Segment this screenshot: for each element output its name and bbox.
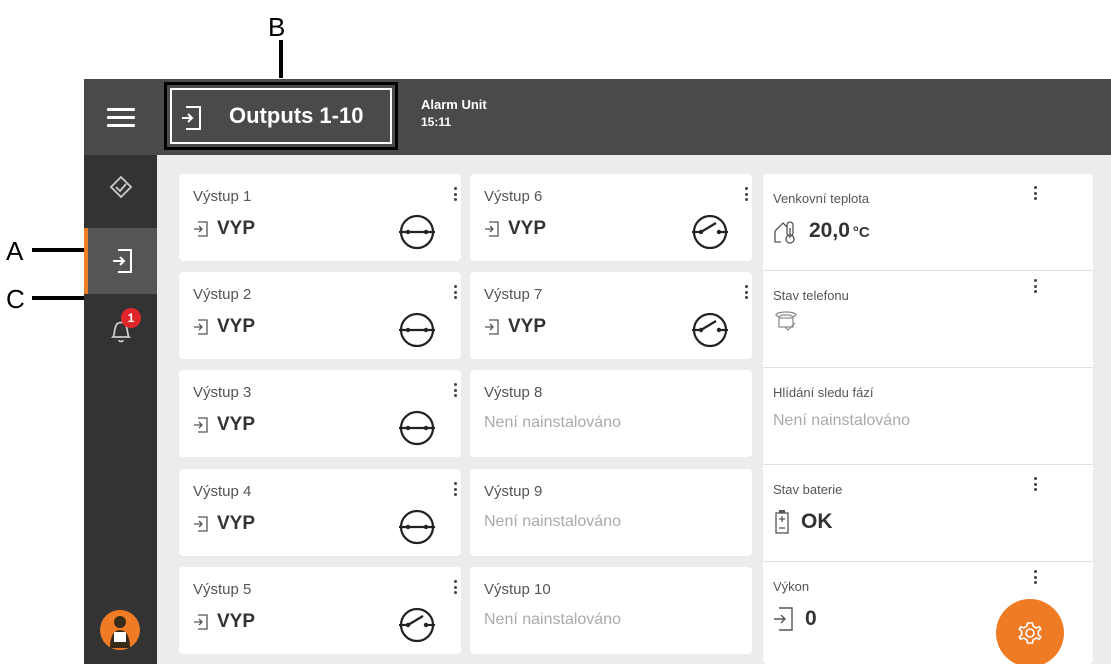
output-title: Výstup 10: [484, 581, 551, 598]
temperature-title: Venkovní teplota: [773, 191, 870, 206]
callout-a-label: A: [6, 236, 24, 266]
output-state: VYP: [508, 316, 547, 337]
output-card-9[interactable]: Výstup 9 Není nainstalováno: [470, 469, 752, 556]
output-card-10[interactable]: Výstup 10 Není nainstalováno: [470, 567, 752, 654]
phase-value: Není nainstalováno: [773, 412, 910, 429]
battery-section[interactable]: Stav baterie OK: [763, 465, 1093, 562]
output-card-3[interactable]: Výstup 3 VYP: [179, 370, 461, 457]
more-options-icon[interactable]: [453, 482, 457, 496]
battery-icon: [775, 510, 789, 534]
output-icon: [194, 319, 208, 335]
output-icon: [194, 417, 208, 433]
phase-title: Hlídání sledu fází: [773, 385, 874, 400]
output-icon: [182, 106, 201, 130]
switch-closed-icon[interactable]: [399, 410, 435, 446]
switch-closed-icon[interactable]: [399, 214, 435, 250]
switch-open-icon[interactable]: [692, 312, 728, 348]
more-options-icon[interactable]: [1033, 186, 1037, 200]
switch-closed-icon[interactable]: [399, 509, 435, 545]
output-state: VYP: [508, 218, 547, 239]
power-title: Výkon: [773, 579, 810, 594]
phone-title: Stav telefonu: [773, 288, 849, 303]
output-state: VYP: [217, 414, 256, 435]
more-options-icon[interactable]: [453, 580, 457, 594]
settings-button[interactable]: [996, 599, 1064, 664]
app-window: Outputs 1-10 Alarm Unit 15:11 1 Výstup 1…: [84, 79, 1111, 664]
output-icon: [774, 607, 793, 631]
callout-b-line: [279, 40, 283, 78]
output-state: VYP: [217, 316, 256, 337]
sidebar-item-overview[interactable]: [84, 155, 157, 221]
sidebar-item-outputs[interactable]: [84, 228, 157, 294]
switch-closed-icon[interactable]: [399, 312, 435, 348]
phase-section[interactable]: Hlídání sledu fází Není nainstalováno: [763, 368, 1093, 465]
battery-value: OK: [801, 510, 833, 533]
top-bar: Outputs 1-10 Alarm Unit 15:11: [84, 79, 1111, 155]
output-icon: [194, 221, 208, 237]
output-title: Výstup 2: [193, 286, 252, 303]
output-title: Výstup 5: [193, 581, 252, 598]
output-card-6[interactable]: Výstup 6 VYP: [470, 174, 752, 261]
thermometer-house-icon: [774, 221, 795, 244]
status-panel: Venkovní teplota 20,0 °C Stav telefonu H…: [763, 174, 1093, 664]
unit-info: Alarm Unit 15:11: [421, 97, 487, 129]
output-icon: [112, 249, 132, 273]
unit-name: Alarm Unit: [421, 97, 487, 112]
temperature-value: 20,0: [809, 219, 850, 242]
more-options-icon[interactable]: [1033, 279, 1037, 293]
output-card-1[interactable]: Výstup 1 VYP: [179, 174, 461, 261]
output-title: Výstup 4: [193, 483, 252, 500]
more-options-icon[interactable]: [453, 187, 457, 201]
shield-check-icon: [109, 175, 132, 199]
output-card-7[interactable]: Výstup 7 VYP: [470, 272, 752, 359]
not-installed-text: Není nainstalováno: [484, 414, 621, 431]
output-card-8[interactable]: Výstup 8 Není nainstalováno: [470, 370, 752, 457]
more-options-icon[interactable]: [744, 187, 748, 201]
gear-icon: [1018, 622, 1042, 644]
output-icon: [194, 516, 208, 532]
hamburger-icon: [106, 107, 135, 111]
output-icon: [194, 614, 208, 630]
output-icon: [485, 221, 499, 237]
output-state: VYP: [217, 218, 256, 239]
unit-time: 15:11: [421, 115, 452, 129]
farmer-avatar-icon: [110, 616, 130, 648]
alarm-count-badge: 1: [121, 308, 141, 328]
callout-c-label: C: [6, 284, 25, 314]
output-title: Výstup 3: [193, 384, 252, 401]
output-title: Výstup 7: [484, 286, 543, 303]
more-options-icon[interactable]: [744, 285, 748, 299]
sidebar-item-alarms[interactable]: 1: [84, 298, 157, 364]
page-title: Outputs 1-10: [229, 103, 364, 128]
not-installed-text: Není nainstalováno: [484, 513, 621, 530]
sidebar: 1: [84, 155, 157, 664]
output-card-2[interactable]: Výstup 2 VYP: [179, 272, 461, 359]
more-options-icon[interactable]: [1033, 570, 1037, 584]
output-state: VYP: [217, 513, 256, 534]
page-title-box: Outputs 1-10: [164, 82, 398, 150]
power-value: 0: [805, 607, 817, 630]
phone-section[interactable]: Stav telefonu: [763, 271, 1093, 368]
output-title: Výstup 1: [193, 188, 252, 205]
user-avatar[interactable]: [100, 610, 140, 650]
more-options-icon[interactable]: [453, 285, 457, 299]
switch-open-icon[interactable]: [399, 607, 435, 643]
output-title: Výstup 8: [484, 384, 543, 401]
more-options-icon[interactable]: [453, 383, 457, 397]
output-title: Výstup 6: [484, 188, 543, 205]
temperature-section[interactable]: Venkovní teplota 20,0 °C: [763, 174, 1093, 271]
callout-b-label: B: [268, 12, 286, 42]
output-card-4[interactable]: Výstup 4 VYP: [179, 469, 461, 556]
battery-title: Stav baterie: [773, 482, 843, 497]
more-options-icon[interactable]: [1033, 477, 1037, 491]
not-installed-text: Není nainstalováno: [484, 611, 621, 628]
output-state: VYP: [217, 611, 256, 632]
output-card-5[interactable]: Výstup 5 VYP: [179, 567, 461, 654]
output-icon: [485, 319, 499, 335]
temperature-unit: °C: [852, 224, 870, 241]
switch-open-icon[interactable]: [692, 214, 728, 250]
menu-button[interactable]: [84, 79, 157, 155]
phone-status-icon: [775, 311, 797, 331]
output-title: Výstup 9: [484, 483, 543, 500]
